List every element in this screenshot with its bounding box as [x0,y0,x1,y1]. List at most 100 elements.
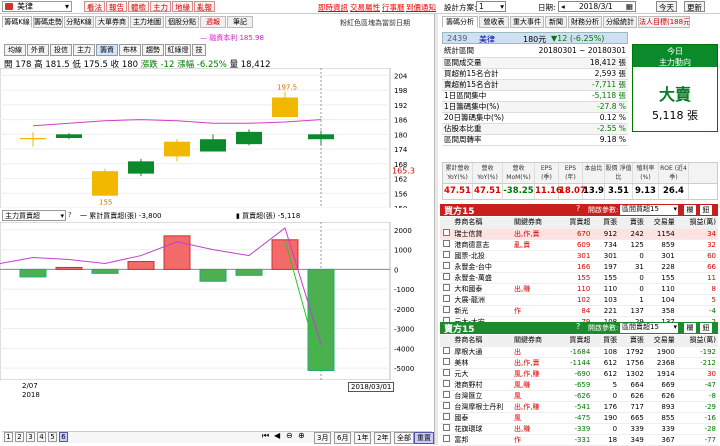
prev-icon[interactable]: ◀ [274,431,280,440]
table-row[interactable]: 台灣匯立風 -626 0 626 626 -8 [440,390,718,402]
foreign-button[interactable]: 外資 [27,44,49,56]
calendar-link[interactable]: 行事曆 [382,2,405,13]
first-icon[interactable]: ⏮ [262,431,269,441]
volume-chart[interactable]: 2000 1000 0 -1000 -2000 -3000 -4000 -5000 [0,222,430,380]
range-3m-button[interactable]: 3月 [314,432,332,444]
column-header[interactable]: 買張 [592,335,620,347]
checkup-button[interactable]: 體檢 [128,1,149,12]
column-header[interactable]: 關鍵券商 [512,217,560,229]
table-row[interactable]: 瑞士信貸 出,作,賣 670 912 242 1154 34 [440,228,718,240]
checkbox[interactable] [443,239,451,247]
prev-arrow-icon[interactable]: ◂ [561,2,565,11]
tab-events[interactable]: 重大事件 [510,16,544,28]
tab-main-map[interactable]: 主力地圖 [130,16,164,28]
checkbox[interactable] [443,261,451,269]
table-row[interactable]: 摩根大通出 -1684 108 1792 1900 -192 [440,346,718,358]
splitter[interactable] [434,14,438,445]
calendar-icon[interactable]: ▦ [626,2,633,11]
checkbox[interactable] [443,283,451,291]
refresh-button[interactable]: 更新 [684,1,705,12]
checkbox[interactable] [443,228,451,236]
checkbox[interactable] [443,390,451,398]
range-2y-button[interactable]: 2年 [374,432,392,444]
sell-column-button[interactable]: 欄 [684,323,696,333]
tab-news[interactable]: 新聞 [545,16,567,28]
table-row[interactable]: 大展-龍洲 102 103 1 104 5 [440,294,718,306]
date-picker[interactable]: ◂ 2018/3/1 ▦ [558,1,636,12]
column-header[interactable]: 券商名稱 [452,335,513,347]
column-header[interactable]: 損益(萬) [676,335,718,347]
table-row[interactable]: 港商德意志 亂,賣 609 734 125 859 32 [440,239,718,251]
table-row[interactable]: 富邦作 -331 18 349 367 -77 [440,434,718,446]
checkbox[interactable] [443,379,451,387]
zoom-out-icon[interactable]: ⊖ [286,431,293,440]
view-button[interactable]: 看法 [84,1,105,12]
table-row[interactable]: 美林 出,作,賣 -1144 612 1756 2368 -212 [440,357,718,369]
indicator-select[interactable]: 主力買賣超 ▾ [2,210,66,221]
table-row[interactable]: 花旗環球 出,賺 -339 0 339 339 -28 [440,423,718,435]
table-row[interactable]: 港商野村 風,賺 -659 5 664 669 -47 [440,379,718,391]
tab-notes[interactable]: 筆記 [227,16,253,28]
price-alert-link[interactable]: 到價通知 [406,2,436,13]
chip-button[interactable]: 籌資 [96,44,118,56]
column-header[interactable]: 賣張 [619,217,646,229]
column-header[interactable]: 關鍵券商 [512,335,560,347]
table-row[interactable]: 國票-北投 301 301 0 301 60 [440,250,718,262]
page-4[interactable]: 4 [37,432,46,442]
checkbox[interactable] [443,294,451,302]
column-header[interactable]: 券商名稱 [452,217,513,229]
checkbox[interactable] [443,434,451,442]
table-row[interactable]: 國泰風 -475 190 665 855 -16 [440,412,718,424]
tab-stock-branch[interactable]: 個股分點 [165,16,199,28]
page-1[interactable]: 1 [4,432,13,442]
trust-button[interactable]: 投信 [50,44,72,56]
table-row[interactable]: 大和國泰 出,賺 110 110 0 110 8 [440,283,718,295]
tech-button[interactable]: 技 [192,44,206,56]
table-row[interactable]: 永豐金-台中 166 197 31 228 66 [440,261,718,273]
trend-button[interactable]: 趨勢 [142,44,164,56]
column-header[interactable]: 買張 [592,217,620,229]
table-row[interactable]: 新光作 84 221 137 358 -4 [440,305,718,317]
tab-branch-kline[interactable]: 分點K線 [64,16,94,28]
checkbox[interactable] [443,272,451,280]
tab-chip-analysis[interactable]: 籌碼分析 [442,16,478,28]
help-icon[interactable]: ? [576,322,580,331]
range-6m-button[interactable]: 6月 [334,432,352,444]
tab-chip-trend[interactable]: 籌碼走勢 [33,16,63,28]
traffic-light-button[interactable]: 紅綠燈 [165,44,191,56]
location-button[interactable]: 地緣 [172,1,193,12]
ma-button[interactable]: 均線 [4,44,26,56]
report-button[interactable]: 報告 [106,1,127,12]
checkbox[interactable] [443,401,451,409]
main-button[interactable]: 主力 [73,44,95,56]
checkbox[interactable] [443,305,451,313]
checkbox[interactable] [443,346,451,354]
buy-column-button[interactable]: 欄 [684,205,696,215]
setting-select[interactable]: 1 ▾ [476,1,506,12]
trade-attr-link[interactable]: 交易屬性 [350,2,380,13]
buy-param-select[interactable]: 區間買超15 ▾ [620,205,678,215]
reset-button[interactable]: 重置 [414,432,434,444]
stock-dropdown[interactable]: 美律 ▾ [2,1,72,12]
column-header[interactable]: 買賣超 [559,217,593,229]
tab-target-price[interactable]: 法人目標(188元) [638,16,690,28]
realtime-link[interactable]: 即時資訊 [318,2,348,13]
main-force-button[interactable]: 主力 [150,1,171,12]
page-3[interactable]: 3 [26,432,35,442]
checkbox[interactable] [443,412,451,420]
price-chart[interactable]: 204198192186180174168162156150197.515516… [0,68,430,208]
checkbox[interactable] [443,250,451,258]
page-5[interactable]: 5 [48,432,57,442]
tab-level-stats[interactable]: 分級統計 [603,16,637,28]
help-icon[interactable]: ? [68,211,72,219]
page-6[interactable]: 6 [59,432,68,442]
page-2[interactable]: 2 [15,432,24,442]
sell-button-button[interactable]: 鈕 [700,323,712,333]
tab-big-broker[interactable]: 大單券商 [95,16,129,28]
checkbox[interactable] [443,368,451,376]
tab-chip-kline[interactable]: 籌碼K線 [2,16,32,28]
tab-revenue[interactable]: 營收表 [479,16,509,28]
column-header[interactable]: 賣張 [619,335,646,347]
help-icon[interactable]: ? [576,204,580,213]
column-header[interactable]: 損益(萬) [676,217,718,229]
